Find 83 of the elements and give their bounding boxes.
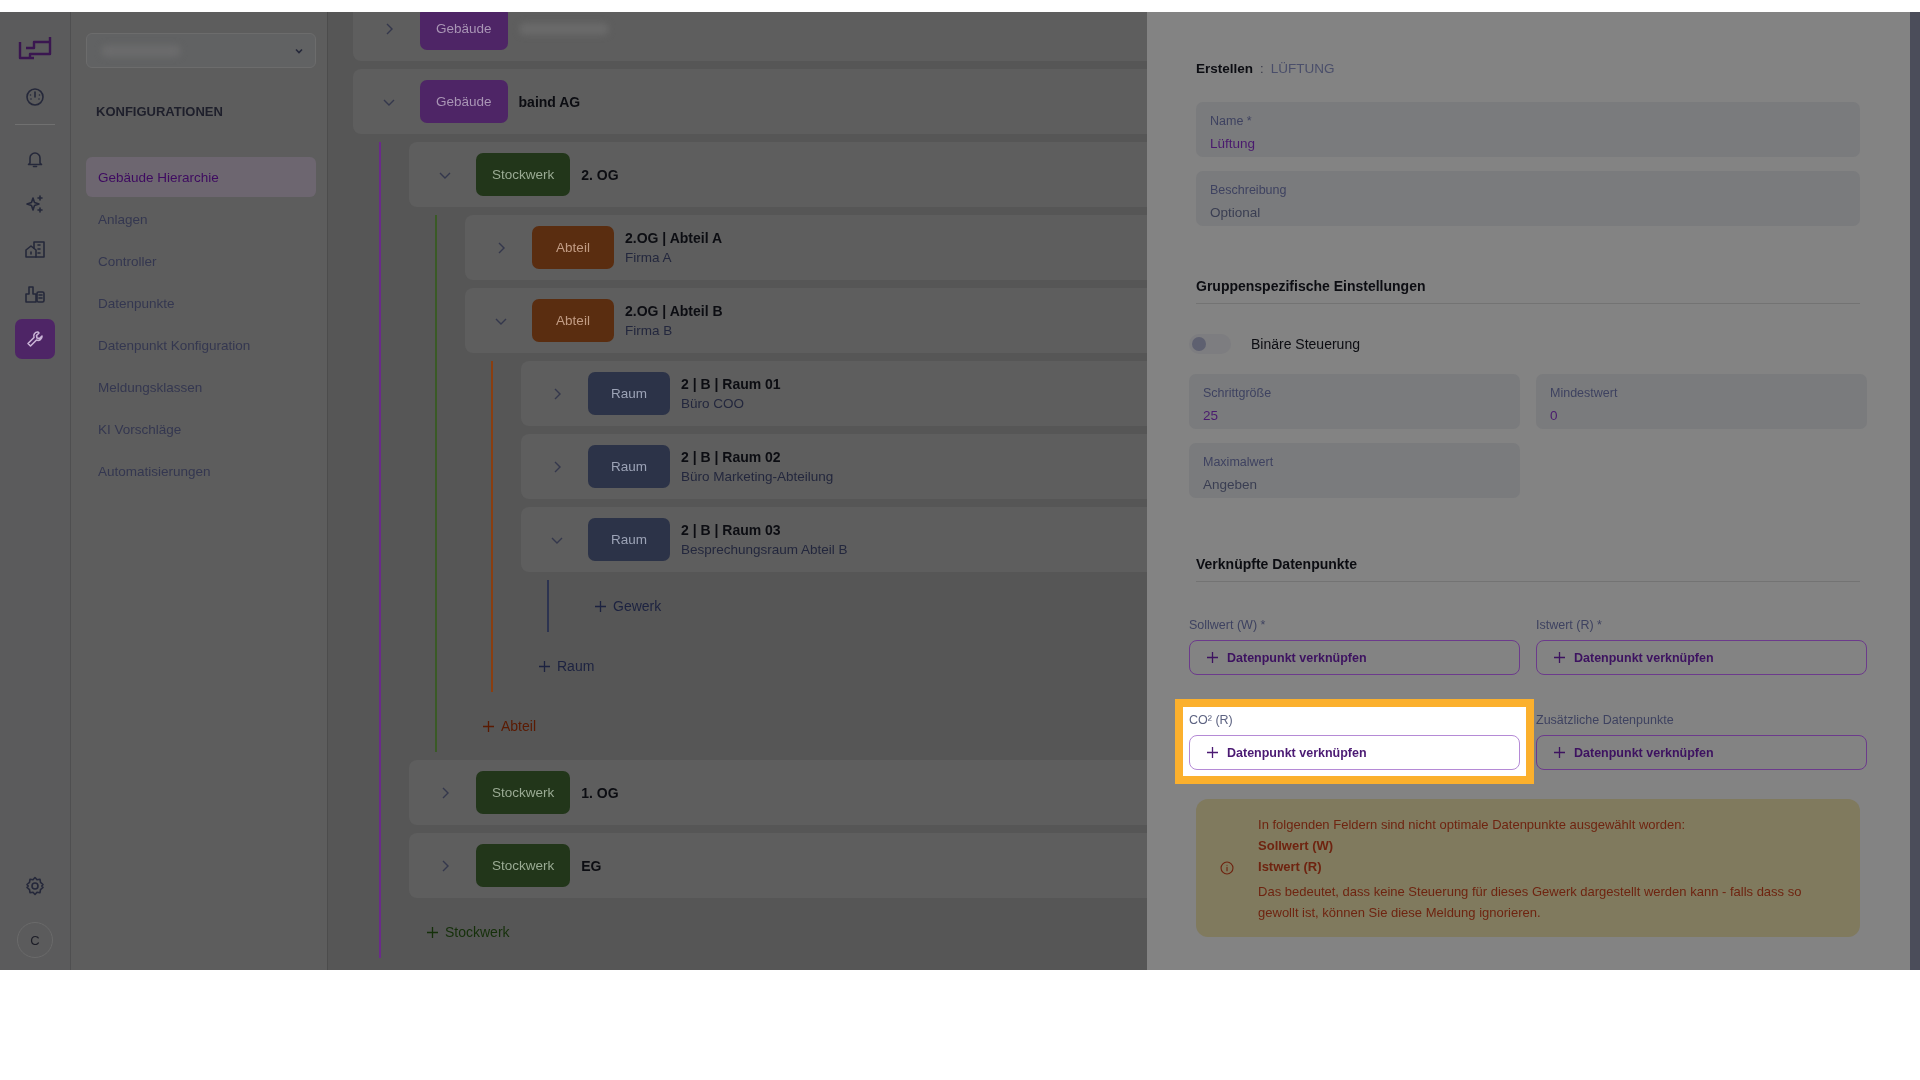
node-title: EG: [581, 857, 602, 874]
sidebar-heading: KONFIGURATIONEN: [96, 104, 224, 119]
link-datapoint-button[interactable]: Datenpunkt verknüpfen: [1536, 640, 1867, 675]
add-button[interactable]: Gewerk: [595, 580, 662, 632]
warning-field: Istwert (R): [1258, 855, 1840, 877]
buildings-icon[interactable]: [24, 239, 46, 259]
field-label: Zusätzliche Datenpunkte: [1536, 713, 1675, 727]
plus-icon: [427, 926, 438, 938]
warning-text: Das bedeutet, dass keine Steuerung für dieses Gewerk dargestellt werden kann - falls dass so gewollt ist, können Sie diese Meldung ignorieren.: [1258, 882, 1803, 922]
node-subtitle: Büro COO: [681, 396, 746, 411]
node-subtitle: Firma B: [625, 323, 674, 338]
tree-node-card[interactable]: Raum 2 | B | Raum 01 Büro COO: [521, 361, 1147, 426]
link-datapoint-button[interactable]: Datenpunkt verknüpfen: [1189, 735, 1520, 770]
info-icon: [1220, 858, 1235, 878]
tree-node-card[interactable]: Raum 2 | B | Raum 02 Büro Marketing-Abteilung: [521, 434, 1147, 499]
link-datapoint-button[interactable]: Datenpunkt verknüpfen: [1536, 735, 1867, 770]
plus-icon: [1554, 652, 1565, 663]
node-title: 2 | B | Raum 03: [681, 522, 782, 538]
type-badge: Raum: [588, 518, 670, 561]
type-badge: Stockwerk: [476, 771, 571, 814]
input-field[interactable]: Name * Lüftung: [1196, 102, 1860, 157]
input-field[interactable]: Schrittgröße 25: [1189, 374, 1520, 429]
tree-node-card[interactable]: Stockwerk EG: [409, 833, 1147, 898]
breadcrumb-action: Erstellen: [1196, 61, 1254, 76]
wrench-icon[interactable]: [25, 329, 45, 349]
type-badge: Gebäude: [420, 80, 508, 123]
field-label: Sollwert (W) *: [1189, 618, 1267, 632]
plus-icon: [539, 660, 550, 672]
node-title: 2. OG: [581, 166, 619, 183]
factory-icon[interactable]: [24, 284, 46, 304]
type-badge: Stockwerk: [476, 153, 571, 196]
tree-node-card[interactable]: Stockwerk 1. OG: [409, 760, 1147, 825]
section-heading: Gruppenspezifische Einstellungen: [1196, 278, 1860, 304]
type-badge: Abteil: [532, 226, 614, 269]
tree-node-card[interactable]: Gebäude: [353, 12, 1147, 61]
project-select[interactable]: [86, 33, 316, 68]
link-datapoint-button[interactable]: Datenpunkt verknüpfen: [1189, 640, 1520, 675]
node-title: 2 | B | Raum 02: [681, 449, 782, 465]
tree-node-card[interactable]: Raum 2 | B | Raum 03 Besprechungsraum Abteil B: [521, 507, 1147, 572]
input-field[interactable]: Beschreibung Optional: [1196, 171, 1860, 226]
field-label: CO² (R): [1189, 713, 1234, 727]
plus-icon: [1554, 747, 1565, 758]
node-subtitle: Besprechungsraum Abteil B: [681, 542, 848, 557]
field-label: Istwert (R) *: [1536, 618, 1603, 632]
node-subtitle: Büro Marketing-Abteilung: [681, 469, 834, 484]
add-button[interactable]: Raum: [539, 640, 595, 692]
type-badge: Raum: [588, 445, 670, 488]
type-badge: Abteil: [532, 299, 614, 342]
type-badge: Raum: [588, 372, 670, 415]
warning-text: In folgenden Feldern sind nicht optimale Datenpunkte ausgewählt worden:: [1258, 815, 1687, 834]
node-title: 2 | B | Raum 01: [681, 376, 781, 392]
input-field[interactable]: Maximalwert Angeben: [1189, 443, 1520, 498]
settings-icon[interactable]: [25, 876, 45, 896]
node-title: 1. OG: [581, 784, 619, 801]
tree-node-card[interactable]: Stockwerk 2. OG: [409, 142, 1147, 207]
plus-icon: [483, 720, 494, 732]
breadcrumb-separator: :: [1260, 61, 1264, 76]
plus-icon: [1207, 652, 1218, 663]
node-title: 2.OG | Abteil A: [625, 230, 722, 246]
plus-icon: [595, 600, 606, 612]
bell-icon[interactable]: [25, 149, 45, 169]
toggle-label: Binäre Steuerung: [1251, 336, 1360, 352]
warning-field: Sollwert (W): [1258, 834, 1840, 856]
add-button[interactable]: Stockwerk: [427, 906, 510, 958]
input-field[interactable]: Mindestwert 0: [1536, 374, 1867, 429]
type-badge: Gebäude: [420, 12, 508, 50]
tree-node-card[interactable]: Abteil 2.OG | Abteil A Firma A: [465, 215, 1147, 280]
tree-node-card[interactable]: Gebäude baind AG: [353, 69, 1147, 134]
node-subtitle: Firma A: [625, 250, 673, 265]
section-heading: Verknüpfte Datenpunkte: [1196, 556, 1860, 582]
node-title: 2.OG | Abteil B: [625, 303, 723, 319]
toggle-switch[interactable]: [1189, 334, 1231, 354]
sidebar-item[interactable]: Gebäude Hierarchie: [86, 157, 316, 197]
sparkle-icon[interactable]: [25, 194, 45, 214]
type-badge: Stockwerk: [476, 844, 571, 887]
logo-icon: [18, 34, 52, 62]
tree-node-card[interactable]: Abteil 2.OG | Abteil B Firma B: [465, 288, 1147, 353]
add-button[interactable]: Abteil: [483, 700, 537, 752]
gauge-icon[interactable]: [25, 87, 45, 107]
node-title: baind AG: [518, 93, 581, 110]
nav-button[interactable]: [15, 319, 55, 359]
plus-icon: [1207, 747, 1218, 758]
breadcrumb-type: LÜFTUNG: [1270, 61, 1335, 76]
